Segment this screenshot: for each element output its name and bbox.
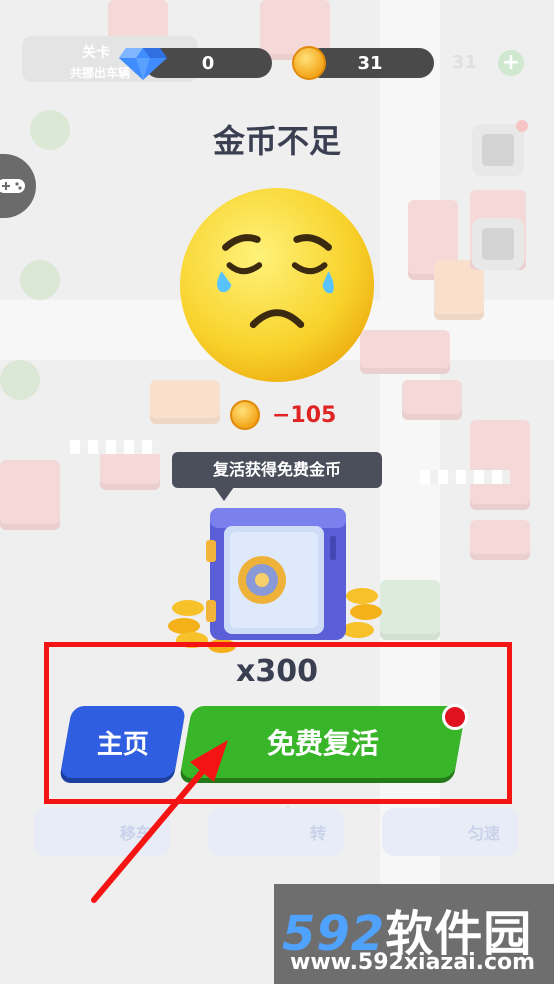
sad-face-icon [179,187,375,383]
gamepad-icon [0,179,25,193]
tree [0,360,40,400]
paint-roller-icon [482,228,514,260]
car [150,380,220,424]
car [402,380,462,420]
skin-button[interactable] [472,218,524,270]
level-label: 关卡 [82,45,110,61]
coin-icon [230,400,260,430]
plus-icon[interactable]: + [498,50,524,76]
watermark-url: www.592xiazai.com [290,950,536,975]
coin-count-ghost: 31 [452,52,478,73]
bottom-tool-move[interactable]: 移车 [34,808,170,856]
annotation-highlight-box [44,642,512,804]
cost-value: −105 [272,402,337,428]
car [380,580,440,640]
revive-tooltip: 复活获得免费金币 [172,452,382,488]
bottom-tool-speed[interactable]: 匀速 [382,808,518,856]
diamond-icon [119,48,167,80]
car [470,520,530,560]
coin-icon [292,46,326,80]
tooltip-tail [214,487,234,501]
coin-count: 31 [357,52,383,74]
gem-count: 0 [201,52,215,74]
car [470,420,530,510]
car [0,460,60,530]
bottom-tool-label: 移车 [119,824,152,843]
crosswalk [70,440,160,454]
tree [20,260,60,300]
dialog-title: 金币不足 [212,122,341,160]
coin-cost: −105 [230,398,336,432]
bottom-tool-label: 匀速 [467,824,500,843]
bottom-tool-rotate[interactable]: 转 [208,808,344,856]
bottom-tool-label: 转 [309,824,326,843]
car [100,450,160,490]
crosswalk [420,470,510,484]
safe-icon [168,508,382,653]
